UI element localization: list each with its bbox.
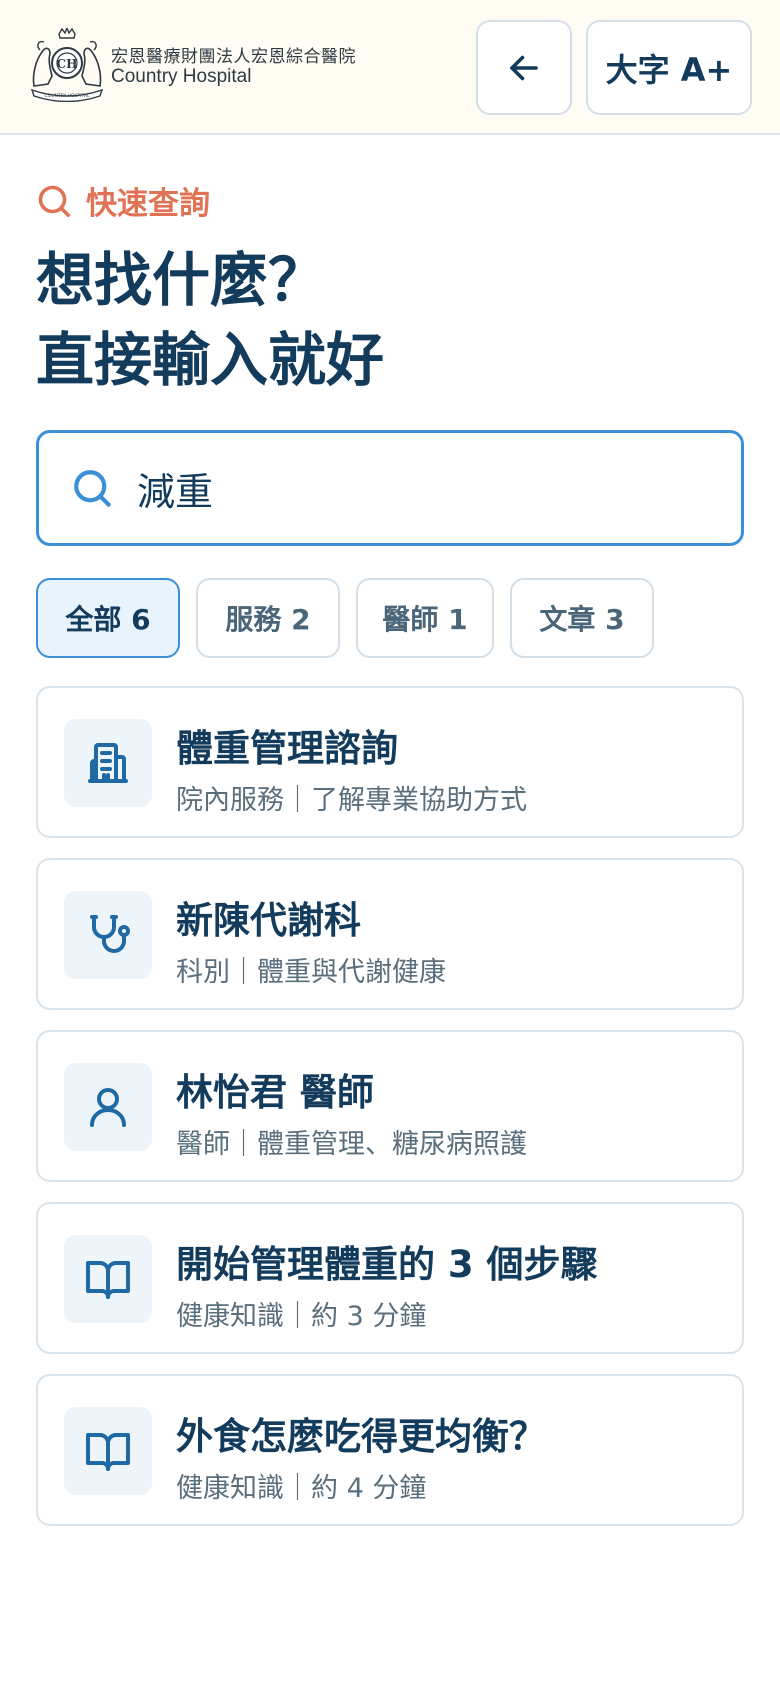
back-button[interactable]: [476, 20, 572, 115]
result-icon-tile: [64, 719, 152, 807]
large-font-button[interactable]: 大字 A+: [586, 20, 752, 115]
app-header: CH COUNTRY HOSPITAL 宏恩醫療財團法人宏恩綜合醫院 Count…: [0, 0, 780, 135]
quick-search-kicker: 快速查詢: [36, 178, 210, 223]
result-title: 開始管理體重的 3 個步驟: [176, 1243, 598, 1286]
result-card[interactable]: 體重管理諮詢 院內服務｜了解專業協助方式: [36, 686, 744, 838]
kicker-label: 快速查詢: [86, 186, 210, 222]
result-subtitle: 科別｜體重與代謝健康: [176, 957, 446, 988]
book-icon: [86, 1261, 130, 1299]
result-card[interactable]: 外食怎麼吃得更均衡？ 健康知識｜約 4 分鐘: [36, 1374, 744, 1526]
search-box[interactable]: [36, 430, 744, 546]
building-icon: [88, 743, 128, 783]
page-title: 想找什麼？ 直接輸入就好: [36, 240, 384, 400]
hospital-crest-logo: CH COUNTRY HOSPITAL: [30, 28, 104, 102]
title-line-2: 直接輸入就好: [36, 326, 385, 394]
book-icon: [86, 1433, 130, 1471]
arrow-left-icon: [510, 55, 538, 80]
result-icon-tile: [64, 1407, 152, 1495]
brand-name-english: Country Hospital: [111, 66, 252, 87]
svg-text:COUNTRY HOSPITAL: COUNTRY HOSPITAL: [45, 93, 90, 99]
result-subtitle: 健康知識｜約 4 分鐘: [176, 1473, 427, 1504]
result-icon-tile: [64, 1063, 152, 1151]
search-icon: [74, 470, 111, 507]
result-title: 外食怎麼吃得更均衡？: [176, 1415, 546, 1458]
title-line-1: 想找什麼？: [36, 246, 327, 314]
result-card[interactable]: 新陳代謝科 科別｜體重與代謝健康: [36, 858, 744, 1010]
result-title: 體重管理諮詢: [176, 727, 398, 770]
user-icon: [90, 1088, 126, 1127]
result-card[interactable]: 開始管理體重的 3 個步驟 健康知識｜約 3 分鐘: [36, 1202, 744, 1354]
filter-tab-services[interactable]: 服務 2: [196, 578, 340, 658]
svg-text:CH: CH: [57, 57, 78, 71]
filter-tab-articles[interactable]: 文章 3: [510, 578, 654, 658]
result-card[interactable]: 林怡君 醫師 醫師｜體重管理、糖尿病照護: [36, 1030, 744, 1182]
stethoscope-icon: [90, 915, 130, 953]
result-icon-tile: [64, 1235, 152, 1323]
result-title: 新陳代謝科: [176, 899, 361, 942]
result-icon-tile: [64, 891, 152, 979]
result-subtitle: 健康知識｜約 3 分鐘: [176, 1301, 427, 1332]
result-title: 林怡君 醫師: [176, 1071, 374, 1114]
search-input[interactable]: [137, 466, 697, 510]
brand-name-chinese: 宏恩醫療財團法人宏恩綜合醫院: [111, 47, 356, 67]
filter-tab-doctors[interactable]: 醫師 1: [356, 578, 494, 658]
filter-tab-all[interactable]: 全部 6: [36, 578, 180, 658]
result-subtitle: 院內服務｜了解專業協助方式: [176, 785, 527, 816]
result-subtitle: 醫師｜體重管理、糖尿病照護: [176, 1129, 527, 1160]
search-icon: [38, 185, 71, 217]
